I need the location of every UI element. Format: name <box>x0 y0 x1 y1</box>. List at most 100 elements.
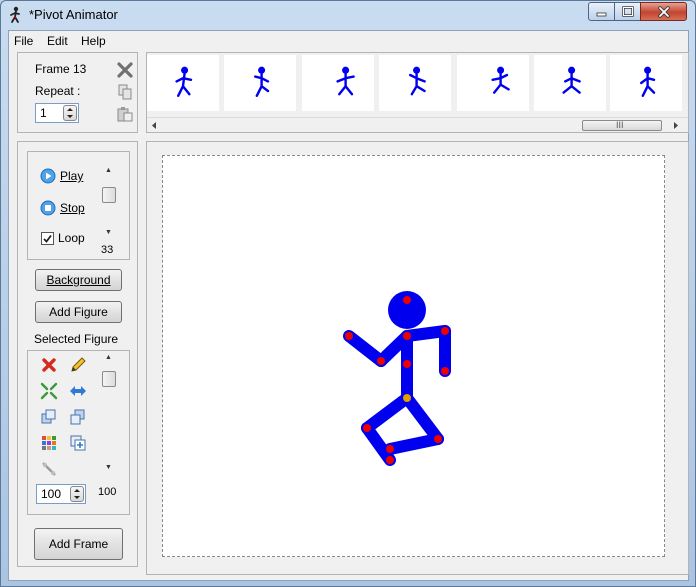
repeat-value: 1 <box>40 106 47 120</box>
timeline-panel: III <box>146 52 689 133</box>
frame-info-panel: Frame 13 Repeat : 1 <box>17 52 138 133</box>
figure-joint-handle[interactable] <box>403 332 411 340</box>
figure-joint-handle[interactable] <box>403 296 411 304</box>
edit-figure-pencil-icon[interactable] <box>69 356 87 374</box>
close-button[interactable] <box>640 2 687 21</box>
menu-help[interactable]: Help <box>81 34 106 48</box>
figure-limb <box>361 422 396 466</box>
stick-figure[interactable] <box>163 156 666 558</box>
flip-figure-icon[interactable] <box>69 382 87 400</box>
window-title: *Pivot Animator <box>29 7 118 22</box>
frame-figure-icon <box>640 66 656 98</box>
timeline-strip <box>147 53 688 117</box>
play-icon[interactable] <box>40 168 56 184</box>
figure-size-slider-thumb[interactable] <box>102 371 116 387</box>
canvas-panel <box>146 141 689 575</box>
up-arrow-icon[interactable]: ▲ <box>105 354 112 361</box>
minimize-button[interactable] <box>588 2 615 21</box>
timeline-frame-thumbnail[interactable] <box>379 55 451 111</box>
thumb-grip: III <box>616 120 624 130</box>
timeline-frame-thumbnail[interactable] <box>534 55 606 111</box>
figure-limb <box>343 330 387 367</box>
maximize-icon <box>621 6 634 17</box>
play-button[interactable]: Play <box>60 169 83 183</box>
figure-limb <box>361 392 413 434</box>
timeline-frame-thumbnail[interactable] <box>302 55 374 111</box>
color-palette-icon[interactable] <box>40 434 58 452</box>
frame-figure-icon <box>336 66 355 96</box>
delete-frame-icon[interactable] <box>116 61 134 79</box>
scroll-left-icon[interactable] <box>150 121 158 130</box>
figure-joint-handle[interactable] <box>386 445 394 453</box>
frame-figure-icon <box>409 66 426 96</box>
figure-limb <box>401 392 444 445</box>
bring-front-icon[interactable] <box>40 408 58 426</box>
loop-label: Loop <box>58 231 85 245</box>
minimize-icon <box>596 12 606 16</box>
check-icon <box>43 234 52 243</box>
tools-panel: Play Stop Loop ▲ ▼ 33 Background Add Fig… <box>17 141 138 567</box>
timeline-frame-thumbnail[interactable] <box>457 55 529 111</box>
frame-figure-icon <box>254 66 270 98</box>
join-figure-icon[interactable] <box>40 460 58 478</box>
timeline-scrollbar[interactable]: III <box>147 117 688 132</box>
stop-icon[interactable] <box>40 200 56 216</box>
speed-slider[interactable]: ▲ ▼ <box>102 167 116 241</box>
animation-canvas[interactable] <box>162 155 665 557</box>
timeline-scroll-thumb[interactable]: III <box>582 120 662 131</box>
duplicate-figure-icon[interactable] <box>69 434 87 452</box>
stepper-arrows-icon <box>74 489 80 499</box>
timeline-frame-thumbnail[interactable] <box>610 55 682 111</box>
figure-joint-handle[interactable] <box>434 435 442 443</box>
repeat-stepper[interactable]: 1 <box>35 103 79 123</box>
copy-frame-icon[interactable] <box>116 83 134 101</box>
send-back-icon[interactable] <box>69 408 87 426</box>
stop-button[interactable]: Stop <box>60 201 85 215</box>
figure-joint-handle[interactable] <box>386 456 394 464</box>
selected-figure-label: Selected Figure <box>34 332 119 346</box>
frame-label: Frame 13 <box>35 62 87 76</box>
repeat-label: Repeat : <box>35 84 81 98</box>
figure-size-value: 100 <box>98 486 117 498</box>
client-area: File Edit Help Frame 13 Repeat : 1 III P… <box>8 30 689 581</box>
figure-joint-handle[interactable] <box>363 424 371 432</box>
speed-slider-thumb[interactable] <box>102 187 116 203</box>
add-frame-button-label: Add Frame <box>48 537 109 551</box>
timeline-frame-thumbnail[interactable] <box>147 55 219 111</box>
figure-joint-handle[interactable] <box>345 332 353 340</box>
figure-size-slider[interactable]: ▲ ▼ <box>102 354 116 476</box>
menu-edit[interactable]: Edit <box>47 34 68 48</box>
add-figure-button[interactable]: Add Figure <box>35 301 122 323</box>
figure-joint-handle[interactable] <box>441 367 449 375</box>
figure-joint-handle[interactable] <box>403 360 411 368</box>
frame-figure-icon <box>175 66 193 98</box>
timeline-frame-thumbnail[interactable] <box>224 55 296 111</box>
loop-checkbox[interactable] <box>41 232 54 245</box>
background-button[interactable]: Background <box>35 269 122 291</box>
figure-scale-stepper[interactable]: 100 <box>36 484 86 504</box>
down-arrow-icon[interactable]: ▼ <box>105 464 112 471</box>
stepper-arrows[interactable] <box>70 486 84 502</box>
menu-bar: File Edit Help <box>9 31 688 51</box>
delete-figure-icon[interactable] <box>40 356 58 374</box>
shrink-figure-icon[interactable] <box>40 382 58 400</box>
figure-origin-handle[interactable] <box>403 394 411 402</box>
background-button-label: Background <box>46 273 111 287</box>
up-arrow-icon[interactable]: ▲ <box>105 167 112 174</box>
add-frame-button[interactable]: Add Frame <box>34 528 123 560</box>
playback-panel: Play Stop Loop ▲ ▼ 33 <box>27 151 130 260</box>
stepper-arrows[interactable] <box>63 105 77 121</box>
app-window: *Pivot Animator File Edit Help Frame 13 … <box>0 0 696 587</box>
scroll-right-icon[interactable] <box>672 121 680 130</box>
frame-figure-icon <box>491 66 510 94</box>
figure-joint-handle[interactable] <box>377 357 385 365</box>
stepper-arrows-icon <box>67 108 73 118</box>
paste-frame-icon[interactable] <box>116 105 134 123</box>
title-bar[interactable]: *Pivot Animator <box>1 1 695 29</box>
menu-file[interactable]: File <box>14 34 33 48</box>
figure-joint-handle[interactable] <box>441 327 449 335</box>
speed-value: 33 <box>101 244 114 256</box>
down-arrow-icon[interactable]: ▼ <box>105 229 112 236</box>
close-icon <box>657 5 670 18</box>
maximize-button[interactable] <box>614 2 641 21</box>
